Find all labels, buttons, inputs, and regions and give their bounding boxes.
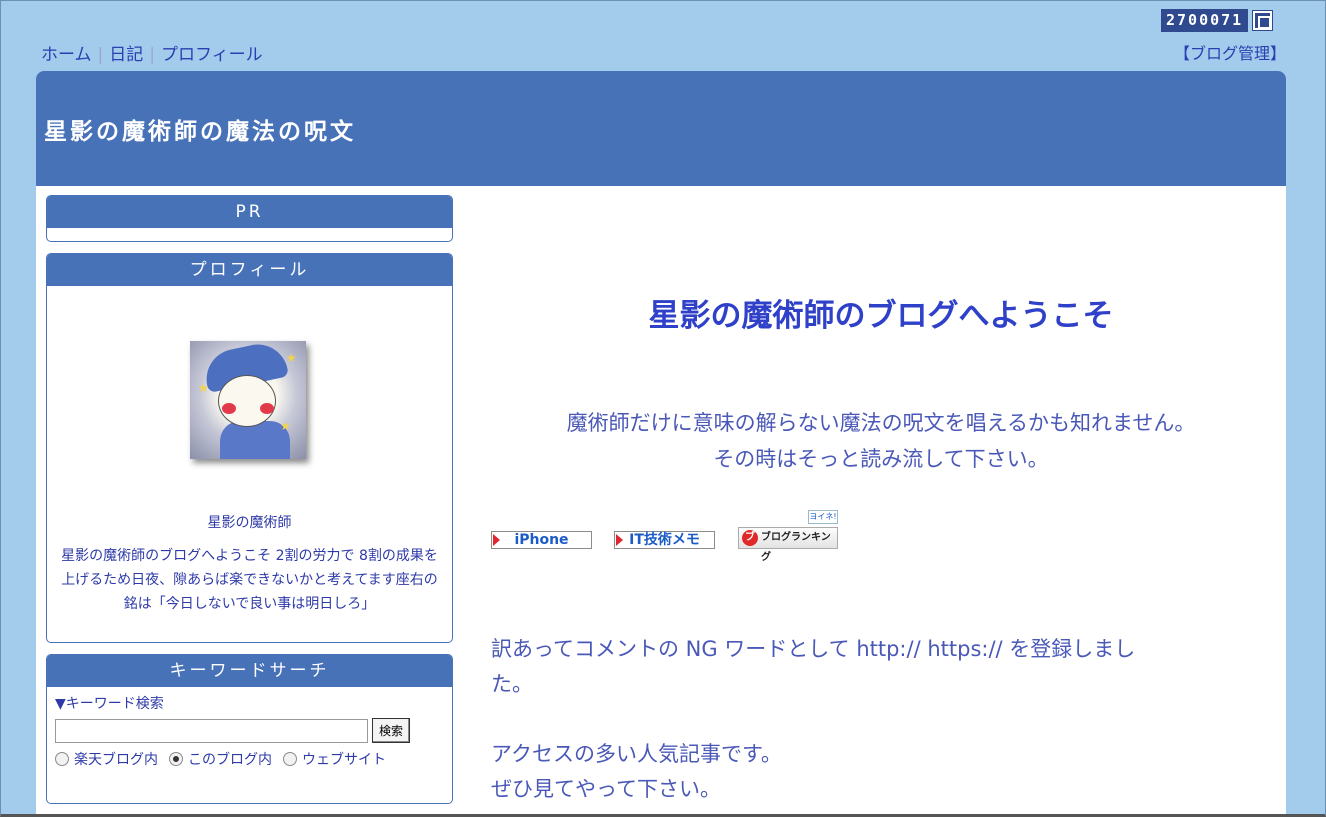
radio-this-blog-label: このブログ内 <box>188 752 272 768</box>
welcome-heading: 星影の魔術師のブログへようこそ <box>648 298 1114 334</box>
profile-box-body: ★ ★ ★ 星影の魔術師 星影の魔術師のブログへようこそ 2割の労力で 8割の成… <box>47 286 452 642</box>
radio-this-blog[interactable]: このブログ内 <box>169 749 272 769</box>
search-button[interactable]: 検索 <box>372 718 410 743</box>
keyword-search-input[interactable] <box>55 718 368 743</box>
keyword-search-label: ▼キーワード検索 <box>55 696 164 712</box>
profile-box: プロフィール ★ ★ ★ 星影の魔術師 星影の魔術師のブログへようこそ 2割の労… <box>46 253 453 643</box>
nav-separator: | <box>149 45 155 65</box>
nav-home-link[interactable]: ホーム <box>41 45 92 65</box>
radio-rakuten-blog-label: 楽天ブログ内 <box>74 752 158 768</box>
popular-line-1: アクセスの多い人気記事です。 <box>491 742 782 766</box>
radio-website[interactable]: ウェブサイト <box>283 749 386 769</box>
blog-ranking-badge[interactable]: ブ ブログランキング <box>738 527 838 563</box>
search-row: 検索 <box>55 718 444 743</box>
lead-line-2: その時はそっと読み流して下さい。 <box>713 447 1049 471</box>
yoine-tag: ヨイネ! <box>808 510 838 524</box>
pr-box: PR <box>46 195 453 242</box>
star-icon: ★ <box>280 419 291 433</box>
access-counter: 2700071 <box>1161 9 1274 32</box>
profile-name: 星影の魔術師 <box>207 515 292 531</box>
nav-diary-link[interactable]: 日記 <box>109 45 143 65</box>
keyword-search-body: ▼キーワード検索 検索 楽天ブログ内 このブログ内 ウェブサイト <box>47 687 452 803</box>
keyword-search-box: キーワードサーチ ▼キーワード検索 検索 楽天ブログ内 このブログ内 ウェブサイ… <box>46 654 453 804</box>
top-navigation: ホーム | 日記 | プロフィール <box>41 40 263 65</box>
blog-admin-link[interactable]: 【ブログ管理】 <box>1174 40 1286 64</box>
blog-ranking-label: ブログランキング <box>761 532 831 563</box>
ranking-badges: iPhone IT技術メモ ヨイネ! ブ ブログランキング <box>491 510 891 563</box>
profile-description: 星影の魔術師のブログへようこそ 2割の労力で 8割の成果を上げるため日夜、隙あら… <box>61 548 438 612</box>
radio-this-blog-button[interactable] <box>169 752 183 766</box>
red-triangle-icon <box>616 534 623 546</box>
pr-box-title: PR <box>47 196 452 228</box>
star-icon: ★ <box>198 381 209 395</box>
lead-line-1: 魔術師だけに意味の解らない魔法の呪文を唱えるかも知れません。 <box>566 411 1196 435</box>
radio-website-button[interactable] <box>283 752 297 766</box>
radio-website-label: ウェブサイト <box>302 752 386 768</box>
blog-title[interactable]: 星影の魔術師の魔法の呪文 <box>44 112 356 146</box>
it-memo-badge-label: IT技術メモ <box>629 532 700 548</box>
red-triangle-icon <box>493 534 500 546</box>
iphone-badge-label: iPhone <box>514 532 569 548</box>
lead-text: 魔術師だけに意味の解らない魔法の呪文を唱えるかも知れません。 その時はそっと読み… <box>491 405 1271 477</box>
pr-box-body <box>47 228 452 241</box>
sidebar: PR プロフィール ★ ★ ★ 星影の魔術師 星影の魔術師のブログへようこそ 2… <box>46 195 453 815</box>
profile-box-title: プロフィール <box>47 254 452 286</box>
counter-value: 2700071 <box>1161 9 1249 32</box>
radio-rakuten-blog-button[interactable] <box>55 752 69 766</box>
nav-profile-link[interactable]: プロフィール <box>161 45 263 65</box>
avatar-cheek <box>222 403 236 414</box>
blog-header: 星影の魔術師の魔法の呪文 <box>36 71 1286 186</box>
notice-line-1: 訳あってコメントの NG ワードとして http:// https:// を登録… <box>491 637 1136 661</box>
it-memo-category-badge[interactable]: IT技術メモ <box>614 531 715 549</box>
counter-widget-icon[interactable] <box>1252 10 1274 31</box>
blog-container: 星影の魔術師の魔法の呪文 PR プロフィール ★ ★ ★ 星影の魔術師 星影の魔… <box>36 71 1286 817</box>
iphone-category-badge[interactable]: iPhone <box>491 531 592 549</box>
profile-avatar[interactable]: ★ ★ ★ <box>190 341 306 459</box>
search-scope-radios: 楽天ブログ内 このブログ内 ウェブサイト <box>55 749 444 769</box>
radio-rakuten-blog[interactable]: 楽天ブログ内 <box>55 749 158 769</box>
nav-separator: | <box>97 45 104 65</box>
popular-line-2: ぜひ見てやって下さい。 <box>491 777 721 801</box>
keyword-search-title: キーワードサーチ <box>47 655 452 687</box>
blog-ranking-logo-icon: ブ <box>742 530 758 546</box>
star-icon: ★ <box>286 351 297 365</box>
notice-text: 訳あってコメントの NG ワードとして http:// https:// を登録… <box>491 632 1231 807</box>
avatar-face <box>218 375 276 427</box>
avatar-cheek <box>260 403 274 414</box>
notice-line-2: た。 <box>491 672 533 696</box>
